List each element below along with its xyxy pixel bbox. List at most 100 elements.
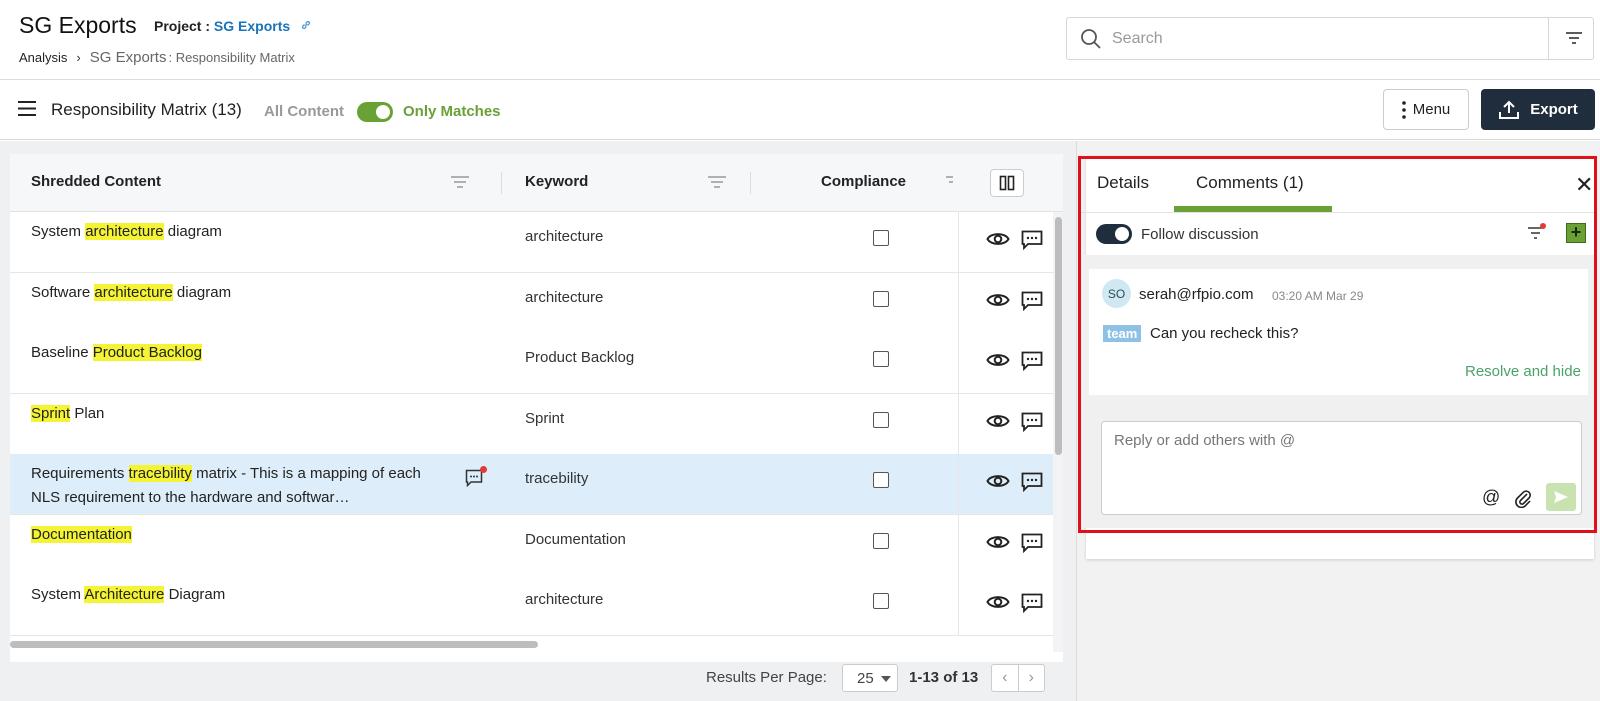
compliance-checkbox[interactable] (873, 472, 889, 488)
content-text: Baseline (31, 344, 93, 361)
add-comment-button[interactable]: + (1566, 223, 1586, 243)
menu-button[interactable]: Menu (1383, 89, 1469, 130)
results-per-page-select[interactable]: 25 (842, 664, 898, 692)
keyword-cell: architecture (525, 228, 604, 245)
compliance-checkbox[interactable] (873, 593, 889, 609)
eye-icon[interactable] (986, 291, 1010, 314)
content-text: Software (31, 283, 95, 301)
column-divider (958, 393, 959, 455)
keyword-highlight: architecture (85, 223, 164, 240)
comment-icon[interactable] (1021, 593, 1043, 618)
shredded-content-cell: System Architecture Diagram (31, 583, 426, 607)
toolbar: Responsibility Matrix (13) All Content O… (0, 80, 1600, 140)
keyword-highlight: Sprint (31, 404, 71, 422)
content-text: diagram (172, 283, 232, 301)
eye-icon[interactable] (986, 472, 1010, 495)
search-input[interactable] (1112, 26, 1512, 52)
comment-icon[interactable] (1021, 291, 1043, 316)
column-filter-icon[interactable] (450, 175, 470, 194)
all-content-label[interactable]: All Content (264, 103, 344, 120)
horizontal-scrollbar-thumb[interactable] (10, 641, 538, 648)
columns-icon (999, 175, 1015, 191)
eye-icon[interactable] (986, 351, 1010, 374)
eye-icon[interactable] (986, 412, 1010, 435)
follow-discussion-toggle[interactable] (1096, 224, 1132, 244)
table-row[interactable]: System architecture diagram architecture (10, 212, 1053, 273)
project-info: Project : SG Exports (154, 18, 312, 34)
avatar: SO (1102, 279, 1131, 308)
eye-icon[interactable] (986, 533, 1010, 556)
results-range: 1-13 of 13 (909, 669, 979, 686)
compliance-checkbox[interactable] (873, 411, 889, 428)
table-row[interactable]: Sprint Plan Sprint (10, 393, 1053, 455)
column-layout-button[interactable] (990, 169, 1024, 197)
send-icon (1554, 491, 1568, 503)
comment-indicator-icon[interactable] (465, 469, 483, 492)
comment-icon[interactable] (1021, 230, 1043, 255)
table-row[interactable]: Baseline Product Backlog Product Backlog (10, 333, 1053, 394)
table-row[interactable]: System Architecture Diagram architecture (10, 575, 1053, 636)
project-link[interactable]: SG Exports (214, 18, 290, 34)
hamburger-menu-icon[interactable] (17, 100, 37, 122)
eye-icon[interactable] (986, 593, 1010, 616)
next-page-button[interactable]: › (1017, 665, 1045, 691)
caret-down-icon (881, 676, 891, 682)
vertical-scrollbar-thumb[interactable] (1055, 217, 1062, 455)
content-text: System (31, 586, 85, 603)
compliance-checkbox[interactable] (873, 230, 889, 246)
column-header-keyword[interactable]: Keyword (525, 173, 588, 190)
matches-toggle[interactable] (357, 102, 393, 122)
close-icon[interactable]: ✕ (1575, 172, 1593, 198)
column-header-shredded-content[interactable]: Shredded Content (31, 173, 161, 190)
eye-icon[interactable] (986, 230, 1010, 253)
link-icon[interactable] (300, 19, 312, 34)
comment-text: Can you recheck this? (1150, 325, 1299, 342)
tab-comments[interactable]: Comments (1) (1196, 173, 1304, 193)
comment-icon[interactable] (1021, 472, 1043, 497)
keyword-cell: Product Backlog (525, 349, 635, 366)
search-icon (1080, 28, 1102, 55)
prev-page-button[interactable]: ‹ (992, 665, 1018, 691)
resolve-and-hide-link[interactable]: Resolve and hide (1465, 363, 1581, 380)
reply-input[interactable] (1114, 432, 1554, 462)
filter-icon[interactable] (1565, 30, 1583, 51)
column-divider[interactable] (501, 172, 502, 194)
comment-icon[interactable] (1021, 533, 1043, 558)
chevron-right-icon: › (76, 50, 81, 65)
tab-details[interactable]: Details (1097, 173, 1149, 193)
content-text: System (31, 223, 86, 240)
only-matches-label[interactable]: Only Matches (403, 103, 501, 120)
column-header-compliance[interactable]: Compliance (821, 173, 906, 190)
export-button[interactable]: Export (1481, 89, 1595, 130)
comment-icon[interactable] (1021, 351, 1043, 376)
column-divider (958, 514, 959, 576)
breadcrumb-analysis[interactable]: Analysis (19, 50, 67, 65)
mention-at-icon[interactable]: @ (1482, 487, 1500, 508)
breadcrumb: Analysis › SG Exports : Responsibility M… (19, 49, 295, 66)
comment-icon[interactable] (1021, 412, 1043, 437)
keyword-cell: architecture (525, 288, 604, 306)
column-filter-icon[interactable] (945, 175, 953, 194)
column-divider (958, 454, 959, 515)
shredded-content-cell: System architecture diagram (31, 220, 426, 244)
column-divider (958, 575, 959, 636)
compliance-checkbox[interactable] (873, 290, 889, 307)
table-row[interactable]: Requirements tracebility matrix - This i… (10, 454, 1053, 515)
toggle-knob (376, 105, 390, 119)
mention-tag[interactable]: team (1103, 325, 1142, 342)
compliance-checkbox[interactable] (873, 351, 889, 367)
send-button[interactable] (1546, 483, 1576, 511)
table-row[interactable]: Documentation Documentation (10, 514, 1053, 576)
comment-timestamp: 03:20 AM Mar 29 (1272, 289, 1364, 303)
keyword-cell: Sprint (525, 409, 565, 427)
table-row[interactable]: Software architecture diagram architectur… (10, 272, 1053, 334)
shredded-content-cell: Sprint Plan (31, 402, 426, 426)
content-text: Plan (70, 404, 105, 422)
breadcrumb-project[interactable]: SG Exports (90, 49, 167, 66)
notification-dot (1540, 223, 1546, 229)
paperclip-icon[interactable] (1514, 488, 1532, 513)
column-divider (958, 333, 959, 394)
column-filter-icon[interactable] (707, 175, 727, 194)
compliance-checkbox[interactable] (873, 532, 889, 549)
column-divider[interactable] (750, 172, 751, 194)
